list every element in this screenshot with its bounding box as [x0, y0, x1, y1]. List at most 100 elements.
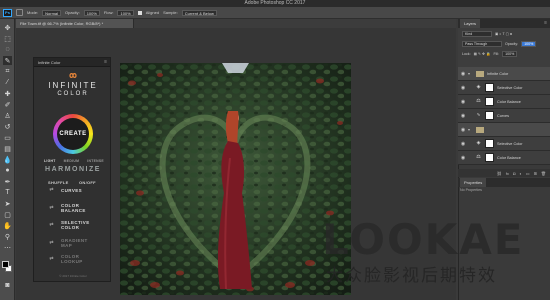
folder-icon	[476, 70, 484, 77]
visibility-eye-icon[interactable]: ◉	[458, 127, 468, 133]
path-select-tool-icon[interactable]: ➤	[3, 199, 12, 208]
chevron-down-icon[interactable]: ▾	[468, 127, 474, 132]
new-layer-icon[interactable]: ⊞	[534, 171, 537, 176]
visibility-eye-icon[interactable]: ◉	[458, 155, 468, 161]
lasso-tool-icon[interactable]: ◌	[3, 45, 12, 54]
tool-row-curves[interactable]: ⇄ CURVES	[48, 188, 108, 194]
sample-select[interactable]: Current & Below	[181, 9, 217, 16]
more-tools-icon[interactable]: ⋯	[3, 243, 12, 252]
mode-label: Mode:	[27, 10, 39, 15]
sample-label: Sample:	[163, 10, 178, 15]
quick-mask-icon[interactable]: ◙	[3, 281, 12, 290]
visibility-eye-icon[interactable]: ◉	[458, 85, 468, 91]
layer-mask-thumbnail[interactable]	[485, 111, 494, 120]
layer-row-adjustment[interactable]: ◉ ⚖ Color Balance	[458, 151, 550, 165]
layer-mask-thumbnail[interactable]	[485, 97, 494, 106]
shuffle-label: SHUFFLE	[48, 180, 69, 185]
opacity-label: Opacity:	[65, 10, 80, 15]
type-tool-icon[interactable]: T	[3, 188, 12, 197]
shuffle-icon[interactable]: ⇄	[48, 256, 55, 262]
hand-tool-icon[interactable]: ✋	[3, 221, 12, 230]
tool-row-gradient-map[interactable]: ⇄ GRADIENT MAP	[48, 238, 108, 248]
layer-mask-thumbnail[interactable]	[485, 139, 494, 148]
window-title: Adobe Photoshop CC 2017	[0, 0, 550, 7]
infinity-logo-icon	[69, 73, 77, 78]
fill-input[interactable]: 100%	[502, 51, 518, 57]
crop-tool-icon[interactable]: ⌗	[3, 67, 12, 76]
eyedropper-tool-icon[interactable]: ⁄	[3, 78, 12, 87]
blur-tool-icon[interactable]: 💧	[3, 155, 12, 164]
zoom-tool-icon[interactable]: ⚲	[3, 232, 12, 241]
shuffle-icon[interactable]: ⇄	[48, 222, 55, 228]
gradient-tool-icon[interactable]: ▤	[3, 144, 12, 153]
marquee-tool-icon[interactable]: ⬚	[3, 34, 12, 43]
visibility-eye-icon[interactable]: ◉	[458, 113, 468, 119]
flow-field[interactable]: 100%	[117, 9, 134, 16]
flow-label: Flow:	[103, 10, 114, 15]
fx-icon[interactable]: fx	[506, 171, 509, 176]
new-group-icon[interactable]: ▭	[526, 171, 530, 176]
panel-menu-icon[interactable]: ≡	[544, 20, 547, 26]
fill-label: Fill:	[493, 52, 500, 56]
trash-icon[interactable]: 🗑	[541, 171, 546, 176]
foreground-color-swatch[interactable]	[2, 261, 9, 268]
layer-row-adjustment[interactable]: ◉ ⚖ Color Balance	[458, 95, 550, 109]
layer-row-adjustment[interactable]: ◉ ◈ Selective Color	[458, 137, 550, 151]
visibility-eye-icon[interactable]: ◉	[458, 141, 468, 147]
lock-icons[interactable]: ▦ ✎ ✥ 🔒	[474, 52, 491, 56]
close-icon[interactable]: ≡	[104, 59, 107, 65]
watermark-chinese: 大众脸影视后期特效	[326, 266, 497, 286]
mode-light[interactable]: LIGHT	[44, 159, 56, 163]
filter-icons[interactable]: ▣ ◐ T ▢ ◘	[495, 32, 512, 36]
layer-row-group[interactable]: ◉ ▾	[458, 123, 550, 137]
document-image[interactable]	[120, 63, 351, 295]
layer-mask-thumbnail[interactable]	[485, 83, 494, 92]
aligned-checkbox[interactable]	[137, 10, 142, 15]
visibility-eye-icon[interactable]: ◉	[458, 99, 468, 105]
tool-row-color-lookup[interactable]: ⇄ COLOR LOOKUP	[48, 254, 108, 264]
brush-tool-icon[interactable]: ✐	[3, 100, 12, 109]
layer-name: Color Balance	[497, 99, 521, 104]
history-brush-tool-icon[interactable]: ↺	[3, 122, 12, 131]
tool-row-color-balance[interactable]: ⇄ COLOR BALANCE	[48, 203, 108, 213]
kind-filter-select[interactable]: Kind	[462, 31, 492, 37]
layers-tab-bar: Layers ≡	[458, 19, 550, 28]
document-tab[interactable]: File Town.tif @ 66.7% (Infinite Color, R…	[16, 19, 134, 28]
dodge-tool-icon[interactable]: ●	[3, 166, 12, 175]
layers-footer: ⛓ fx ◘ ◐ ▭ ⊞ 🗑	[458, 169, 550, 177]
portrait-photo	[120, 63, 351, 295]
quick-select-tool-icon[interactable]: ✎	[3, 56, 12, 65]
healing-brush-tool-icon[interactable]: ✚	[3, 89, 12, 98]
move-tool-icon[interactable]: ✥	[3, 23, 12, 32]
shape-tool-icon[interactable]: ▢	[3, 210, 12, 219]
shuffle-icon[interactable]: ⇄	[48, 205, 55, 211]
layer-row-adjustment[interactable]: ◉ ◈ Selective Color	[458, 81, 550, 95]
opacity-input[interactable]: 100%	[521, 41, 537, 47]
filter-row: Kind ▣ ◐ T ▢ ◘	[462, 31, 512, 37]
clone-stamp-tool-icon[interactable]	[16, 9, 23, 16]
blend-mode-select[interactable]: Pass Through	[462, 41, 502, 47]
mode-medium[interactable]: MEDIUM	[64, 159, 80, 163]
layer-row-group[interactable]: ◉ ▾ Infinite Color	[458, 67, 550, 81]
clone-stamp-tool-icon[interactable]: ♙	[3, 111, 12, 120]
tab-properties[interactable]: Properties	[460, 178, 487, 187]
link-layers-icon[interactable]: ⛓	[497, 171, 502, 176]
tool-row-selective-color[interactable]: ⇄ SELECTIVE COLOR	[48, 220, 108, 230]
shuffle-icon[interactable]: ⇄	[48, 188, 55, 193]
add-mask-icon[interactable]: ◘	[513, 171, 515, 176]
layer-mask-thumbnail[interactable]	[485, 153, 494, 162]
tab-layers[interactable]: Layers	[460, 19, 481, 28]
pen-tool-icon[interactable]: ✒	[3, 177, 12, 186]
mode-intense[interactable]: INTENSE	[87, 159, 104, 163]
layer-row-adjustment[interactable]: ◉ ∿ Curves	[458, 109, 550, 123]
shuffle-icon[interactable]: ⇄	[48, 240, 55, 246]
opacity-field[interactable]: 100%	[83, 9, 100, 16]
blend-row: Pass Through Opacity: 100%	[462, 41, 537, 47]
harmonize-button[interactable]: HARMONIZE	[34, 166, 112, 173]
chevron-down-icon[interactable]: ▾	[468, 71, 474, 76]
visibility-eye-icon[interactable]: ◉	[458, 71, 468, 77]
mode-select[interactable]: Normal	[42, 9, 62, 16]
new-adjustment-icon[interactable]: ◐	[519, 171, 521, 176]
create-button[interactable]: CREATE	[53, 114, 93, 154]
eraser-tool-icon[interactable]: ▭	[3, 133, 12, 142]
